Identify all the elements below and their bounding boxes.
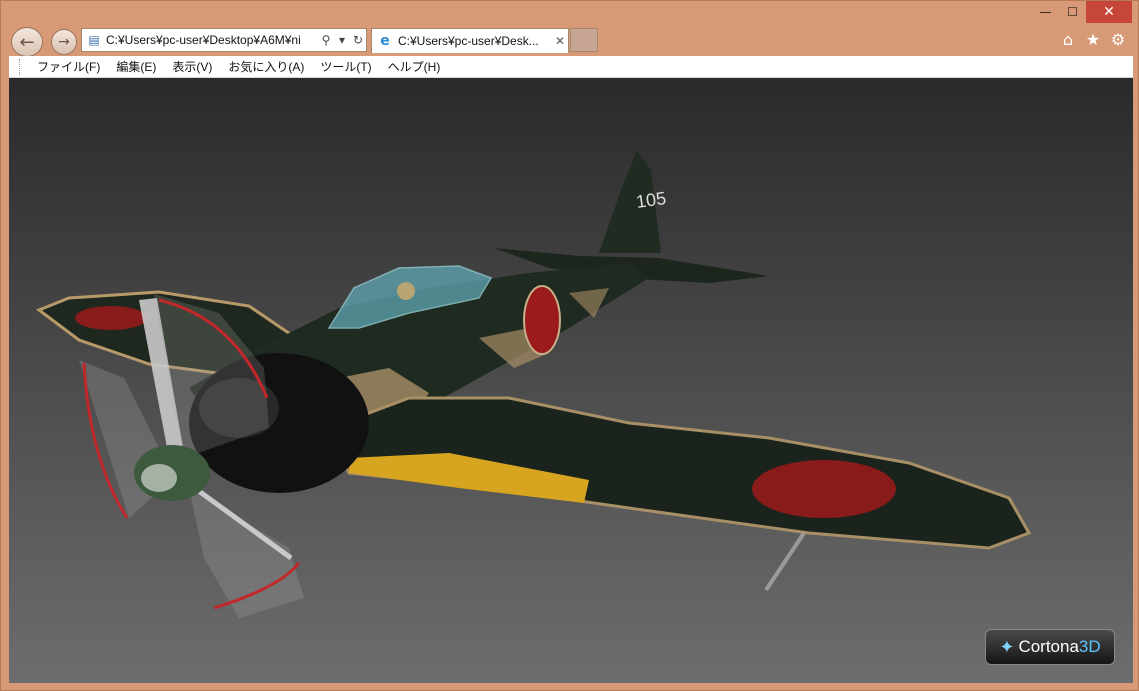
- new-tab-button[interactable]: [570, 28, 598, 52]
- menu-help[interactable]: ヘルプ(H): [380, 58, 449, 75]
- menu-file[interactable]: ファイル(F): [29, 58, 108, 75]
- spinner-highlight: [141, 464, 177, 492]
- pilot: [397, 282, 415, 300]
- search-icon[interactable]: ⚲: [318, 33, 334, 47]
- browser-window: — ☐ ✕ ← → ▤ C:¥Users¥pc-user¥Desktop¥A6M…: [0, 0, 1139, 691]
- cortona3d-logo[interactable]: ✦ Cortona 3D: [985, 629, 1115, 665]
- ie-logo-icon: e: [380, 33, 390, 49]
- menu-tools[interactable]: ツール(T): [312, 58, 379, 75]
- far-wing-hinomaru: [75, 306, 147, 330]
- tab-title: C:¥Users¥pc-user¥Desk...: [398, 34, 539, 48]
- fuselage-hinomaru: [523, 285, 561, 355]
- star-icon[interactable]: ★: [1085, 31, 1101, 49]
- menu-favorites[interactable]: お気に入り(A): [220, 58, 312, 75]
- refresh-icon[interactable]: ↻: [350, 33, 366, 47]
- close-button[interactable]: ✕: [1086, 1, 1132, 23]
- back-button[interactable]: ←: [11, 27, 43, 57]
- cortona-logo-suffix: 3D: [1078, 637, 1101, 656]
- cortona-logo-text: Cortona: [1018, 637, 1079, 656]
- browser-tab[interactable]: e C:¥Users¥pc-user¥Desk... ✕: [371, 28, 569, 53]
- forward-button[interactable]: →: [51, 29, 77, 55]
- home-icon[interactable]: ⌂: [1060, 31, 1076, 49]
- near-wing-hinomaru: [752, 460, 896, 518]
- gear-icon[interactable]: ⚙: [1110, 31, 1126, 49]
- menu-edit[interactable]: 編集(E): [108, 58, 164, 75]
- menu-bar: ファイル(F) 編集(E) 表示(V) お気に入り(A) ツール(T) ヘルプ(…: [9, 56, 1133, 78]
- tab-close-icon[interactable]: ✕: [552, 34, 568, 48]
- 3d-viewport[interactable]: 105 ✦ Cortona 3D: [9, 78, 1133, 683]
- aircraft-model[interactable]: 105: [9, 78, 1133, 683]
- menu-grip: [19, 58, 23, 75]
- caption-buttons: — ☐ ✕: [1032, 1, 1132, 23]
- arrow-right-icon: →: [58, 34, 70, 50]
- page-icon: ▤: [88, 33, 100, 47]
- address-bar[interactable]: ▤ C:¥Users¥pc-user¥Desktop¥A6M¥ni ⚲ ▾ ↻: [81, 28, 367, 52]
- minimize-button[interactable]: —: [1032, 1, 1059, 23]
- navigation-bar: ← → ▤ C:¥Users¥pc-user¥Desktop¥A6M¥ni ⚲ …: [1, 25, 1138, 57]
- menu-view[interactable]: 表示(V): [164, 58, 220, 75]
- maximize-button[interactable]: ☐: [1059, 1, 1086, 23]
- address-text[interactable]: C:¥Users¥pc-user¥Desktop¥A6M¥ni: [106, 33, 318, 47]
- arrow-left-icon: ←: [19, 31, 35, 53]
- tail-number: 105: [635, 188, 668, 212]
- toolbar-right: ⌂ ★ ⚙: [1060, 31, 1126, 49]
- dropdown-icon[interactable]: ▾: [334, 33, 350, 47]
- landing-gear: [764, 531, 806, 592]
- cortona-star-icon: ✦: [999, 636, 1015, 657]
